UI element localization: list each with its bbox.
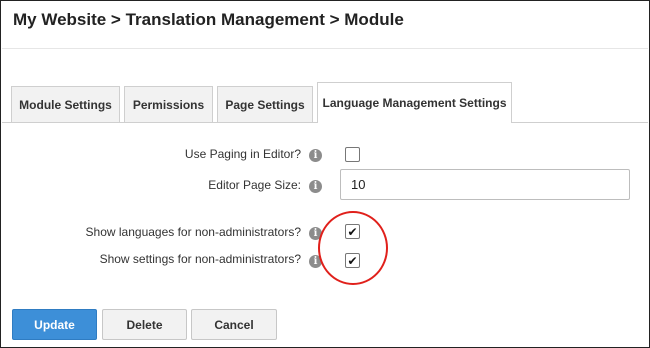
tab-page-settings[interactable]: Page Settings xyxy=(217,86,313,122)
info-icon[interactable]: i xyxy=(309,255,322,268)
show-languages-label: Show languages for non-administrators? xyxy=(85,225,301,239)
show-settings-checkbox[interactable]: ✔ xyxy=(345,253,360,268)
show-settings-label: Show settings for non-administrators? xyxy=(99,252,301,266)
highlight-circle-annotation xyxy=(318,211,388,285)
update-button[interactable]: Update xyxy=(12,309,97,340)
page-title: My Website > Translation Management > Mo… xyxy=(13,10,404,29)
use-paging-checkbox[interactable] xyxy=(345,147,360,162)
editor-page-size-input[interactable] xyxy=(340,169,630,200)
tab-permissions[interactable]: Permissions xyxy=(124,86,213,122)
cancel-button[interactable]: Cancel xyxy=(191,309,277,340)
delete-button[interactable]: Delete xyxy=(102,309,187,340)
tab-language-management-settings[interactable]: Language Management Settings xyxy=(317,82,512,123)
show-languages-checkbox[interactable]: ✔ xyxy=(345,224,360,239)
use-paging-label: Use Paging in Editor? xyxy=(184,147,301,161)
title-divider xyxy=(2,48,648,49)
tab-module-settings[interactable]: Module Settings xyxy=(11,86,120,122)
info-icon[interactable]: i xyxy=(309,180,322,193)
info-icon[interactable]: i xyxy=(309,149,322,162)
info-icon[interactable]: i xyxy=(309,227,322,240)
editor-page-size-label: Editor Page Size: xyxy=(208,178,301,192)
module-settings-window: My Website > Translation Management > Mo… xyxy=(0,0,650,348)
